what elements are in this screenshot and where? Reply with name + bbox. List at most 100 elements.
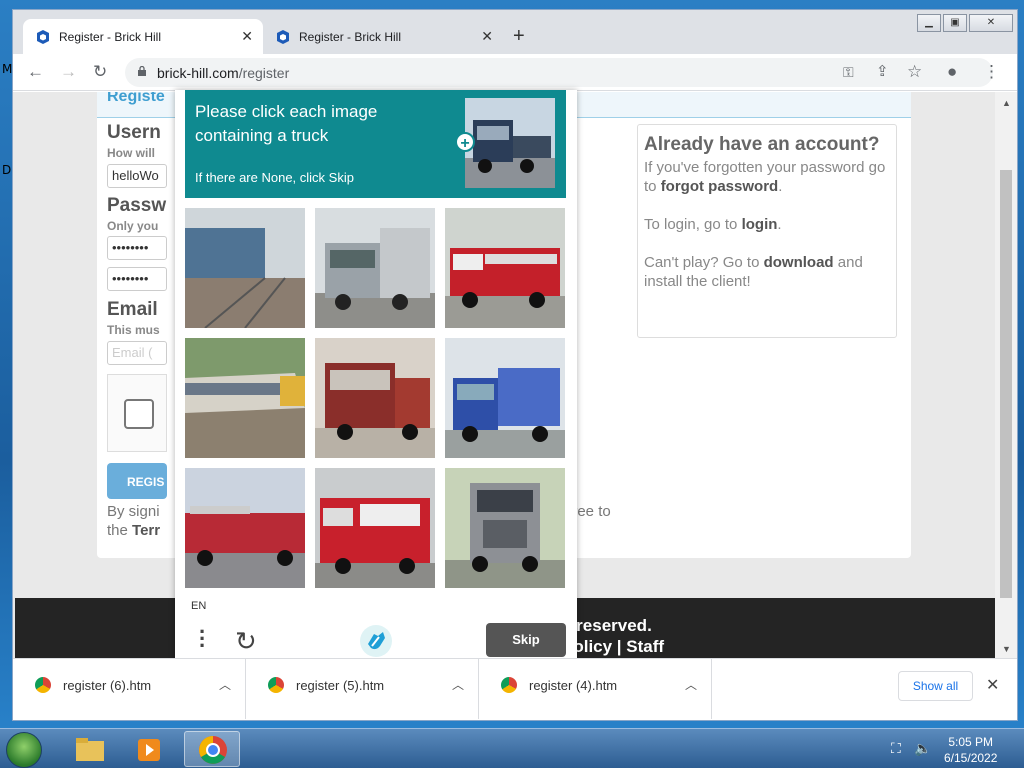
example-truck-image — [465, 98, 555, 188]
legal-text-2: the Terr — [107, 522, 160, 539]
chrome-file-icon — [501, 677, 517, 693]
skip-button[interactable]: Skip — [486, 623, 566, 657]
minimize-icon[interactable]: ▁ — [917, 14, 941, 32]
clock-date: 6/15/2022 — [944, 751, 998, 765]
download-item[interactable]: register (6).htm ︿ — [13, 659, 246, 719]
terms-link[interactable]: Terr — [132, 522, 160, 539]
side-heading: Already have an account? — [644, 134, 880, 155]
email-input[interactable]: Email ( — [107, 341, 167, 365]
share-icon[interactable]: ⇪ — [876, 62, 889, 80]
download-name: register (5).htm — [296, 678, 385, 693]
scroll-thumb[interactable] — [1000, 170, 1012, 598]
captcha-image-4[interactable] — [185, 338, 305, 458]
maximize-icon[interactable]: ▣ — [943, 14, 967, 32]
hcaptcha-logo-icon — [360, 625, 392, 657]
bookmark-star-icon[interactable]: ☆ — [907, 62, 922, 82]
captcha-image-3[interactable] — [445, 208, 565, 328]
passenger-train-image — [185, 338, 305, 458]
chrome-icon — [199, 736, 227, 764]
login-prefix: To login, go to — [644, 216, 738, 233]
address-bar[interactable]: brick-hill.com/register — [125, 58, 993, 87]
media-player-taskbar-icon[interactable] — [122, 731, 178, 767]
tab-strip: Register - Brick Hill ✕ Register - Brick… — [13, 10, 1017, 54]
footer-links[interactable]: Policy | Staff — [562, 637, 664, 657]
tab-close-icon[interactable]: ✕ — [241, 28, 253, 45]
media-player-icon — [138, 739, 160, 761]
chrome-taskbar-icon[interactable] — [184, 731, 240, 767]
challenge-menu-icon[interactable]: · · · — [199, 621, 206, 657]
network-icon[interactable]: ⛶ — [891, 740, 901, 757]
blue-truck-image — [445, 338, 565, 458]
password-input[interactable]: •••••••• — [107, 236, 167, 260]
captcha-image-6[interactable] — [445, 338, 565, 458]
challenge-subtext: If there are None, click Skip — [195, 170, 354, 185]
email-hint: This mus — [107, 323, 160, 337]
captcha-image-9[interactable] — [445, 468, 565, 588]
download-item[interactable]: register (5).htm ︿ — [246, 659, 479, 719]
page-scrollbar[interactable]: ▲ ▼ — [995, 92, 1017, 658]
captcha-image-2[interactable] — [315, 208, 435, 328]
fire-truck-image — [445, 208, 565, 328]
chrome-file-icon — [35, 677, 51, 693]
profile-icon[interactable]: ● — [947, 62, 957, 82]
menu-icon[interactable]: ⋮ — [983, 62, 1000, 82]
explorer-taskbar-icon[interactable] — [62, 731, 118, 767]
close-window-icon[interactable]: ✕ — [969, 14, 1013, 32]
volume-icon[interactable]: 🔈 — [914, 740, 931, 757]
start-button[interactable] — [6, 732, 42, 768]
captcha-challenge: Please click each image containing a tru… — [175, 90, 577, 668]
captcha-image-7[interactable] — [185, 468, 305, 588]
login-info-panel: Already have an account? If you've forgo… — [637, 124, 897, 338]
username-hint: How will — [107, 146, 155, 160]
forgot-text: If you've forgotten your password go to … — [644, 158, 890, 196]
forgot-suffix: . — [778, 178, 783, 195]
back-icon[interactable]: ← — [27, 62, 44, 82]
username-label: Usern — [107, 122, 161, 143]
silver-truck-image — [315, 208, 435, 328]
login-text: To login, go to login. — [644, 215, 890, 234]
captcha-checkbox[interactable] — [124, 399, 154, 429]
download-name: register (4).htm — [529, 678, 618, 693]
download-prefix: Can't play? Go to — [644, 254, 760, 271]
forward-icon[interactable]: → — [60, 62, 77, 82]
folder-icon — [76, 738, 104, 761]
key-icon[interactable]: ⚿ — [843, 64, 854, 81]
email-label: Email — [107, 299, 158, 320]
tab-title: Register - Brick Hill — [59, 29, 162, 44]
login-suffix: . — [777, 216, 782, 233]
url-host: brick-hill.com — [157, 65, 239, 81]
chevron-up-icon[interactable]: ︿ — [452, 676, 464, 693]
forgot-password-link[interactable]: forgot password — [661, 178, 779, 195]
password-label: Passw — [107, 195, 167, 216]
scroll-up-icon[interactable]: ▲ — [1002, 98, 1011, 108]
captcha-image-1[interactable] — [185, 208, 305, 328]
system-clock[interactable]: 5:05 PM 6/15/2022 — [944, 734, 997, 766]
login-link[interactable]: login — [742, 216, 778, 233]
downloads-shelf: register (6).htm ︿ register (5).htm ︿ re… — [13, 658, 1017, 720]
tab-close-icon[interactable]: ✕ — [481, 28, 493, 45]
refresh-icon[interactable]: ↻ — [235, 626, 257, 657]
username-input[interactable]: helloWo — [107, 164, 167, 188]
scroll-down-icon[interactable]: ▼ — [1002, 644, 1011, 654]
chevron-up-icon[interactable]: ︿ — [219, 676, 231, 693]
reload-icon[interactable]: ↻ — [93, 62, 107, 82]
confirm-password-input[interactable]: •••••••• — [107, 267, 167, 291]
tab-register-1[interactable]: Register - Brick Hill ✕ — [23, 19, 263, 54]
captcha-image-8[interactable] — [315, 468, 435, 588]
red-truck-image — [315, 338, 435, 458]
password-hint: Only you — [107, 219, 159, 233]
download-link[interactable]: download — [764, 254, 834, 271]
close-shelf-icon[interactable]: ✕ — [986, 675, 999, 695]
captcha-image-5[interactable] — [315, 338, 435, 458]
taskbar: ⛶ 🔈 5:05 PM 6/15/2022 — [0, 728, 1024, 768]
chevron-up-icon[interactable]: ︿ — [685, 676, 697, 693]
brick-hill-favicon-icon — [277, 29, 289, 44]
show-all-button[interactable]: Show all — [898, 671, 973, 701]
language-selector[interactable]: EN — [191, 600, 206, 612]
register-button[interactable]: REGIS — [107, 463, 167, 499]
new-tab-icon[interactable]: + — [513, 25, 525, 48]
tab-register-2[interactable]: Register - Brick Hill ✕ — [263, 19, 503, 54]
brick-hill-favicon-icon — [37, 29, 49, 44]
legal-prefix: the — [107, 522, 128, 539]
download-item[interactable]: register (4).htm ︿ — [479, 659, 712, 719]
